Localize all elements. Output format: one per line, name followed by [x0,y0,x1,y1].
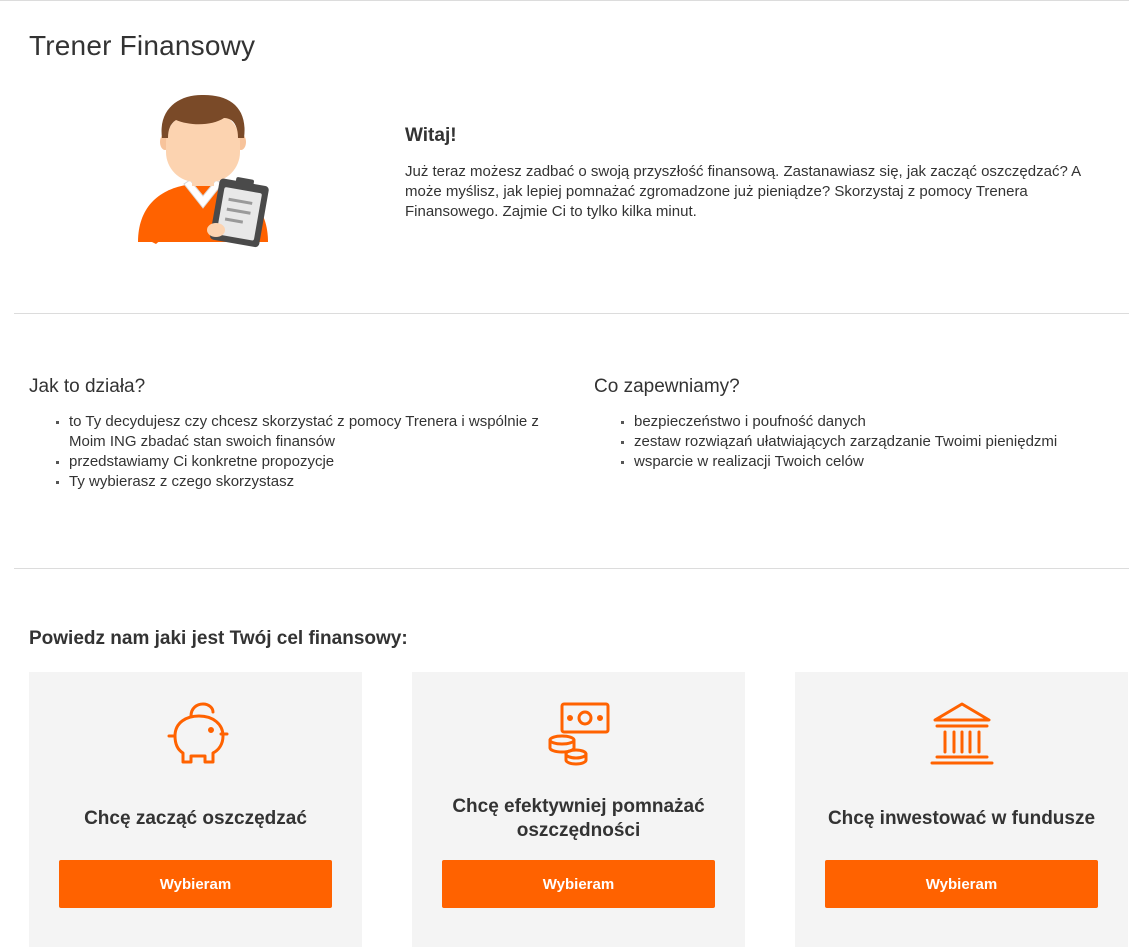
offer-list-item: zestaw rozwiązań ułatwiających zarządzan… [634,432,1114,452]
goal-card-title: Chcę zacząć oszczędzać [84,808,307,829]
offer-heading: Co zapewniamy? [594,376,740,397]
choose-button[interactable]: Wybieram [825,860,1098,908]
page-title: Trener Finansowy [29,30,256,61]
choose-button[interactable]: Wybieram [59,860,332,908]
how-list: to Ty decydujesz czy chcesz skorzystać z… [29,412,569,492]
choose-button[interactable]: Wybieram [442,860,715,908]
what-we-offer-section: Co zapewniamy? bezpieczeństwo i poufność… [594,376,1114,472]
offer-list: bezpieczeństwo i poufność danych zestaw … [594,412,1114,472]
advisor-with-clipboard-icon [138,94,269,248]
goal-card-save: Chcę zacząć oszczędzać Wybieram [29,672,362,947]
intro-section: Witaj! Już teraz możesz zadbać o swoją p… [405,125,1115,222]
how-heading: Jak to działa? [29,376,146,397]
how-list-item: to Ty decydujesz czy chcesz skorzystać z… [69,412,569,452]
how-list-item: Ty wybierasz z czego skorzystasz [69,472,569,492]
intro-text: Już teraz możesz zadbać o swoją przyszło… [405,163,1081,220]
bank-building-icon [930,702,993,765]
money-coins-icon [548,702,609,766]
intro-heading: Witaj! [405,125,457,146]
goal-card-title: Chcę inwestować w fundusze [827,808,1096,829]
section-divider [14,313,1129,314]
piggy-bank-icon [167,702,228,764]
offer-list-item: wsparcie w realizacji Twoich celów [634,452,1114,472]
top-divider [0,0,1129,1]
goal-card-grow: Chcę efektywniej pomnażać oszczędności W… [412,672,745,947]
how-list-item: przedstawiamy Ci konkretne propozycje [69,452,569,472]
goal-card-title: Chcę efektywniej pomnażać oszczędności [452,796,705,841]
how-it-works-section: Jak to działa? to Ty decydujesz czy chce… [29,376,569,492]
section-divider [14,568,1129,569]
goal-heading: Powiedz nam jaki jest Twój cel finansowy… [29,628,408,649]
offer-list-item: bezpieczeństwo i poufność danych [634,412,1114,432]
goal-card-invest: Chcę inwestować w fundusze Wybieram [795,672,1128,947]
